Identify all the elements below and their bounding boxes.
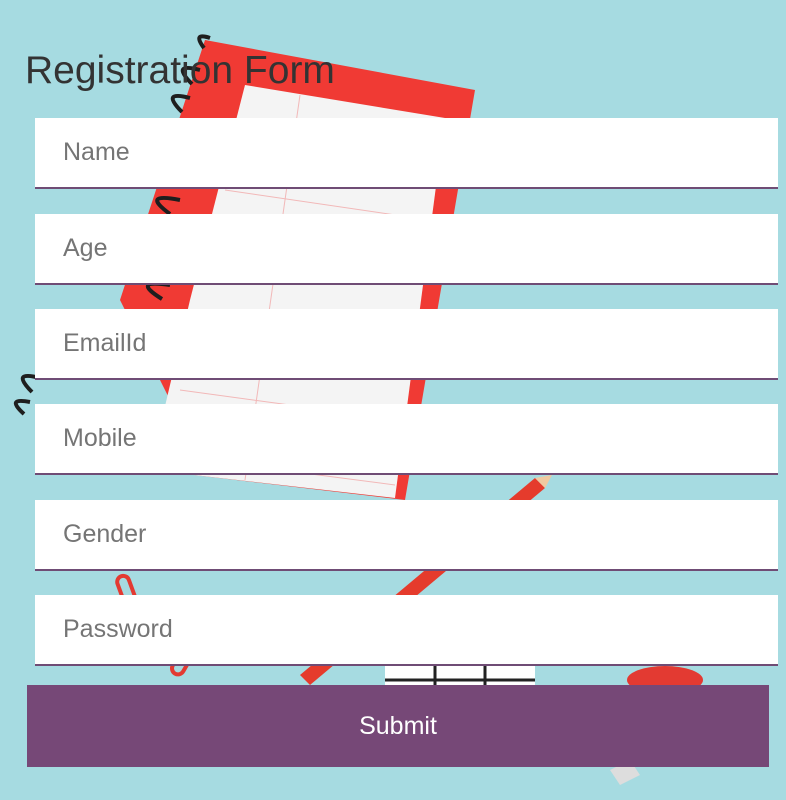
- email-field[interactable]: [35, 309, 778, 380]
- name-field[interactable]: [35, 118, 778, 189]
- age-field[interactable]: [35, 214, 778, 285]
- mobile-field[interactable]: [35, 404, 778, 475]
- password-field[interactable]: [35, 595, 778, 666]
- page-title: Registration Form: [25, 49, 335, 92]
- gender-field[interactable]: [35, 500, 778, 571]
- submit-button[interactable]: Submit: [27, 685, 769, 767]
